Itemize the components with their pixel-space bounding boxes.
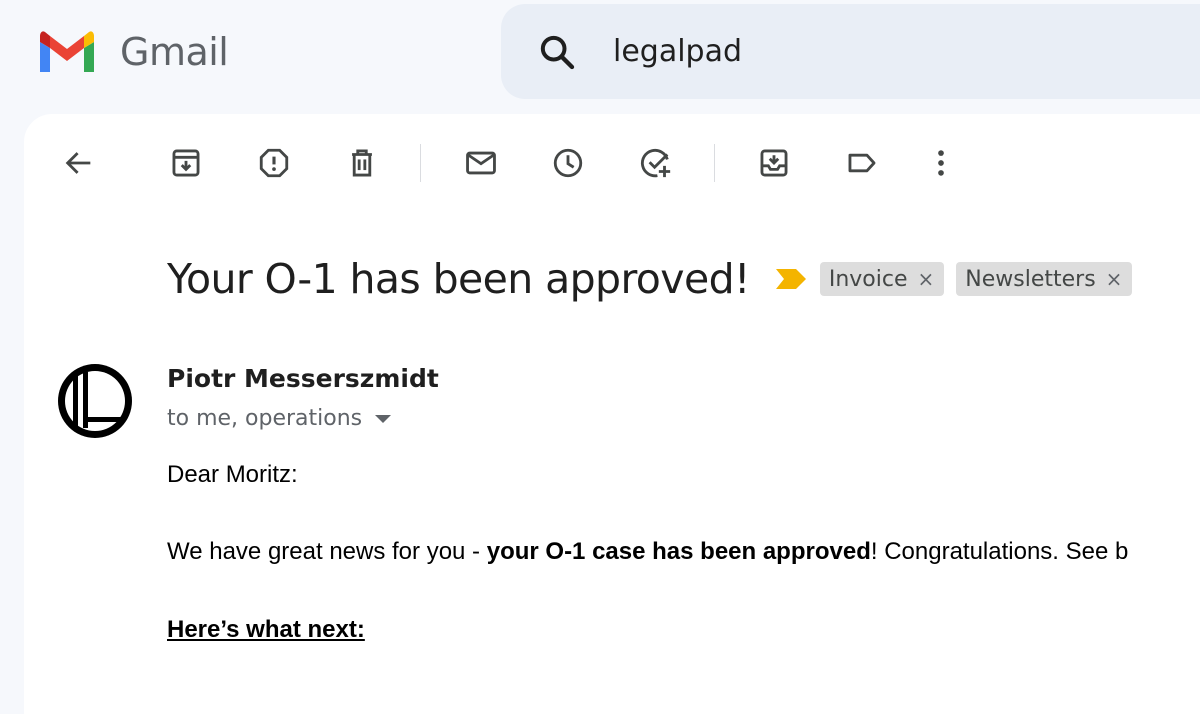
label-icon [848,153,876,173]
label-chip-newsletters[interactable]: Newsletters × [956,262,1133,296]
mark-unread-button[interactable] [462,144,500,182]
importance-marker-icon[interactable] [774,267,808,291]
sender-name[interactable]: Piotr Messerszmidt [167,364,439,393]
search-bar[interactable]: legalpad [501,4,1200,99]
email-subject: Your O-1 has been approved! [167,255,750,303]
remove-label-icon[interactable]: × [918,267,935,291]
add-to-tasks-button[interactable] [637,144,675,182]
mark-unread-icon [466,151,496,175]
subject-row: Your O-1 has been approved! Invoice × Ne… [167,250,1133,308]
sender-avatar[interactable] [56,362,134,440]
toolbar-divider [714,144,715,182]
delete-button[interactable] [343,144,381,182]
label-button[interactable] [843,144,881,182]
search-icon[interactable] [537,32,577,72]
move-to-button[interactable] [755,144,793,182]
recipients-text: to me, operations [167,406,363,431]
next-steps-heading: Here’s what next: [167,616,365,643]
archive-icon [172,149,200,177]
gmail-m-icon [40,31,94,72]
email-greeting: Dear Moritz: [167,461,298,488]
add-to-tasks-icon [640,148,671,178]
toolbar-divider [420,144,421,182]
move-to-inbox-icon [760,149,788,177]
caret-down-icon[interactable] [374,414,392,424]
more-vert-icon [938,150,944,176]
label-chip-text: Newsletters [965,266,1096,292]
more-options-button[interactable] [922,144,960,182]
email-paragraph: We have great news for you - your O-1 ca… [167,538,1128,566]
paragraph-text: We have great news for you - [167,538,487,565]
snooze-icon [553,148,583,178]
delete-icon [352,149,372,177]
paragraph-bold-text: your O-1 case has been approved [486,538,871,565]
paragraph-text-end: ! Congratulations. See b [870,538,1129,565]
archive-button[interactable] [167,144,205,182]
label-chip-text: Invoice [828,266,908,292]
back-arrow-icon [65,152,91,174]
report-spam-button[interactable] [255,144,293,182]
remove-label-icon[interactable]: × [1106,267,1123,291]
recipients-line[interactable]: to me, operations [167,406,392,431]
label-chip-invoice[interactable]: Invoice × [819,262,945,296]
app-name: Gmail [120,30,229,74]
report-spam-icon [259,148,289,178]
back-button[interactable] [60,144,98,182]
message-panel: Your O-1 has been approved! Invoice × Ne… [24,114,1200,714]
top-bar: Gmail legalpad [0,0,1200,110]
search-input[interactable]: legalpad [613,32,742,72]
gmail-logo[interactable] [36,28,98,76]
snooze-button[interactable] [549,144,587,182]
